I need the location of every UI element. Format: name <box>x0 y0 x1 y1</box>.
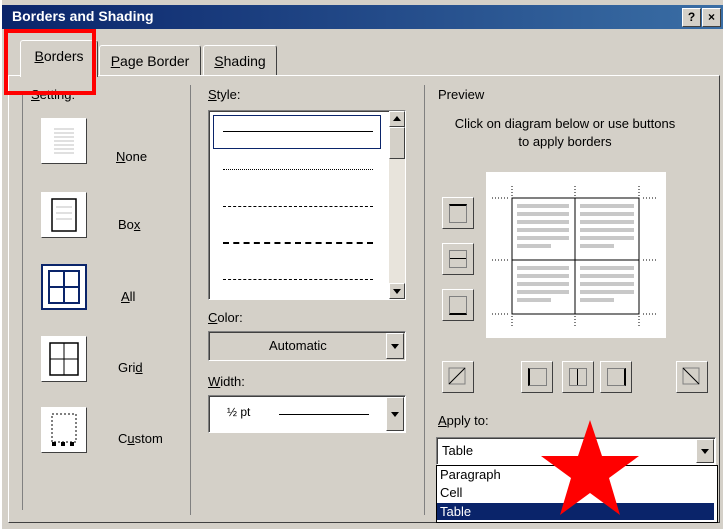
all-borders-icon <box>48 270 80 304</box>
style-option-dash-dot[interactable] <box>223 279 373 280</box>
style-option-dashed[interactable] <box>223 242 373 244</box>
inside-horizontal-border-button[interactable] <box>442 243 474 275</box>
top-border-button[interactable] <box>442 197 474 229</box>
setting-none-label[interactable]: None <box>116 149 147 164</box>
setting-grid-label[interactable]: Grid <box>118 360 143 375</box>
width-line-sample <box>279 414 369 415</box>
divider <box>22 95 23 510</box>
setting-all-button[interactable] <box>41 264 87 310</box>
preview-diagram[interactable] <box>486 172 666 338</box>
apply-to-value: Table <box>442 443 474 458</box>
inside-vertical-border-icon <box>569 368 587 386</box>
diagonal-down-border-button[interactable] <box>676 361 708 393</box>
custom-border-icon <box>51 413 77 446</box>
divider <box>424 85 425 515</box>
arrow-up-icon <box>393 116 401 121</box>
left-border-icon <box>528 368 547 386</box>
inside-vertical-border-button[interactable] <box>562 361 594 393</box>
setting-none-button[interactable] <box>41 118 87 164</box>
width-label: Width: <box>208 374 245 389</box>
apply-to-label: Apply to: <box>438 413 489 428</box>
setting-box-label[interactable]: Box <box>118 217 140 232</box>
style-scrollbar[interactable] <box>389 111 405 299</box>
close-button[interactable]: × <box>702 8 721 27</box>
preview-instructions: Click on diagram below or use buttons to… <box>454 116 676 149</box>
star-annotation-icon <box>541 420 639 515</box>
diagonal-up-border-button[interactable] <box>442 361 474 393</box>
dialog-footer <box>2 523 723 529</box>
width-value: ½ pt <box>227 405 251 419</box>
style-option-solid[interactable] <box>223 131 373 132</box>
bottom-border-icon <box>449 296 467 315</box>
setting-box-button[interactable] <box>41 192 87 238</box>
bottom-border-button[interactable] <box>442 289 474 321</box>
diagonal-up-icon <box>448 367 466 385</box>
style-option-dashed-small[interactable] <box>223 206 373 207</box>
color-dropdown[interactable]: Automatic <box>208 331 406 361</box>
arrow-down-icon <box>393 289 401 294</box>
table-preview-icon <box>492 186 658 326</box>
tab-page-border-label: Page Border <box>110 53 190 69</box>
diagonal-down-icon <box>682 367 700 385</box>
style-listbox[interactable] <box>208 110 406 300</box>
tab-page-border-accel: P <box>110 53 121 69</box>
window-title: Borders and Shading <box>12 8 154 24</box>
left-border-button[interactable] <box>521 361 553 393</box>
right-border-icon <box>607 368 626 386</box>
tab-shading[interactable]: Shading <box>203 45 277 76</box>
setting-custom-label[interactable]: Custom <box>118 431 163 446</box>
scroll-thumb[interactable] <box>389 127 405 159</box>
scroll-down-button[interactable] <box>389 283 405 299</box>
title-bar: Borders and Shading ? × <box>2 5 723 29</box>
setting-all-label[interactable]: All <box>121 289 135 304</box>
box-border-icon <box>51 198 77 232</box>
color-label: Color: <box>208 310 243 325</box>
none-border-icon <box>54 128 74 154</box>
tab-shading-accel: S <box>214 53 224 69</box>
style-label: Style: <box>208 87 241 102</box>
top-border-icon <box>449 204 467 223</box>
setting-custom-button[interactable] <box>41 407 87 453</box>
preview-label: Preview <box>438 87 485 102</box>
setting-grid-button[interactable] <box>41 336 87 382</box>
divider <box>190 85 191 515</box>
tab-shading-label: Shading <box>214 53 266 69</box>
chevron-down-icon[interactable] <box>696 439 714 463</box>
tab-page-border[interactable]: Page Border <box>99 45 201 76</box>
chevron-down-icon[interactable] <box>386 333 404 359</box>
highlight-annotation <box>4 29 96 95</box>
width-dropdown[interactable]: ½ pt <box>208 395 406 433</box>
style-option-dotted[interactable] <box>223 169 373 170</box>
scroll-up-button[interactable] <box>389 111 405 127</box>
color-value: Automatic <box>269 338 327 353</box>
style-selected-item[interactable] <box>213 115 381 149</box>
help-button[interactable]: ? <box>682 8 701 27</box>
inside-horizontal-border-icon <box>449 250 467 268</box>
grid-border-icon <box>49 342 79 376</box>
right-border-button[interactable] <box>600 361 632 393</box>
chevron-down-icon[interactable] <box>386 397 404 431</box>
